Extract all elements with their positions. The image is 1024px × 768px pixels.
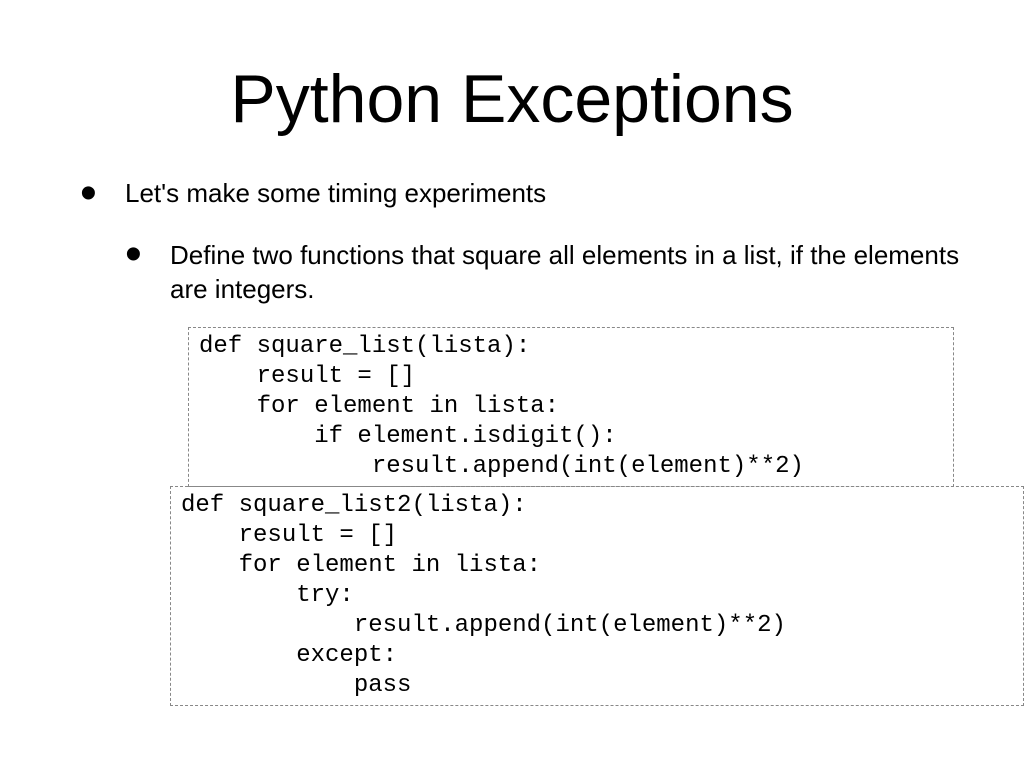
bullet-item-1: Let's make some timing experiments Defin… (80, 178, 974, 706)
main-bullet-list: Let's make some timing experiments Defin… (50, 178, 974, 706)
nested-bullet-list: Define two functions that square all ele… (125, 239, 974, 706)
nested-bullet-text-1: Define two functions that square all ele… (170, 240, 959, 304)
bullet-text-1: Let's make some timing experiments (125, 178, 546, 208)
code-block-1: def square_list(lista): result = [] for … (188, 327, 954, 487)
slide-container: Python Exceptions Let's make some timing… (0, 0, 1024, 768)
nested-bullet-item-1: Define two functions that square all ele… (125, 239, 974, 706)
code-block-2: def square_list2(lista): result = [] for… (170, 486, 1024, 706)
slide-title: Python Exceptions (50, 60, 974, 138)
